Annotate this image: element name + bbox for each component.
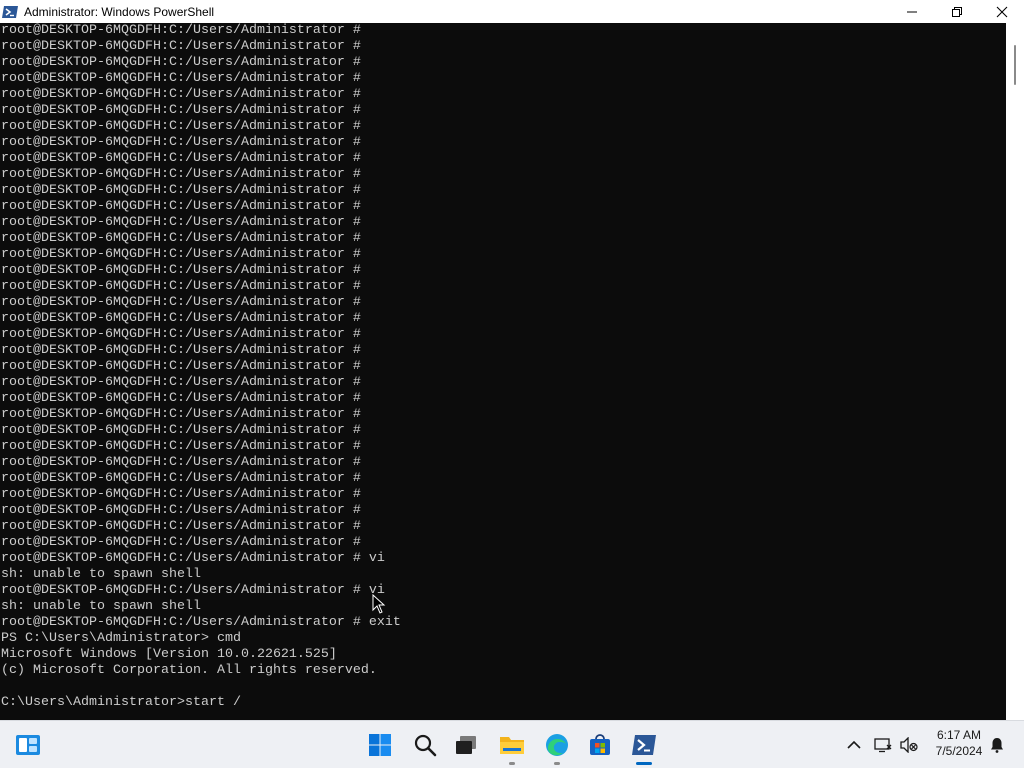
- volume-button[interactable]: [898, 721, 920, 768]
- widgets-button[interactable]: [8, 721, 48, 768]
- taskbar: 6:17 AM 7/5/2024: [0, 720, 1024, 768]
- store-icon: [590, 733, 610, 755]
- terminal-line: root@DESKTOP-6MQGDFH:C:/Users/Administra…: [1, 455, 361, 470]
- network-button[interactable]: [872, 721, 894, 768]
- terminal-line: root@DESKTOP-6MQGDFH:C:/Users/Administra…: [1, 583, 385, 598]
- close-button[interactable]: [979, 0, 1024, 23]
- terminal-line: root@DESKTOP-6MQGDFH:C:/Users/Administra…: [1, 375, 361, 390]
- terminal-line: root@DESKTOP-6MQGDFH:C:/Users/Administra…: [1, 439, 361, 454]
- terminal-line: C:\Users\Administrator>start /: [1, 695, 241, 710]
- volume-muted-icon: [900, 736, 918, 753]
- terminal-line: sh: unable to spawn shell: [1, 599, 201, 614]
- notification-icon: [991, 737, 1003, 753]
- edge-button[interactable]: [537, 721, 577, 768]
- window-title: Administrator: Windows PowerShell: [24, 4, 215, 19]
- terminal-line: root@DESKTOP-6MQGDFH:C:/Users/Administra…: [1, 151, 361, 166]
- close-icon: [996, 6, 1007, 17]
- terminal-line: root@DESKTOP-6MQGDFH:C:/Users/Administra…: [1, 359, 361, 374]
- edge-icon: [546, 733, 568, 756]
- search-button[interactable]: [405, 721, 445, 768]
- network-icon: [874, 737, 892, 752]
- terminal-line: root@DESKTOP-6MQGDFH:C:/Users/Administra…: [1, 119, 361, 134]
- terminal-line: root@DESKTOP-6MQGDFH:C:/Users/Administra…: [1, 343, 361, 358]
- start-button[interactable]: [360, 721, 400, 768]
- terminal-line: root@DESKTOP-6MQGDFH:C:/Users/Administra…: [1, 487, 361, 502]
- store-button[interactable]: [580, 721, 620, 768]
- clock[interactable]: 6:17 AM 7/5/2024: [924, 727, 994, 759]
- terminal-line: root@DESKTOP-6MQGDFH:C:/Users/Administra…: [1, 327, 361, 342]
- clock-date: 7/5/2024: [935, 744, 983, 758]
- windows-start-icon: [369, 733, 391, 756]
- restore-button[interactable]: [934, 0, 979, 23]
- terminal-output[interactable]: root@DESKTOP-6MQGDFH:C:/Users/Administra…: [0, 23, 1006, 720]
- terminal-line: root@DESKTOP-6MQGDFH:C:/Users/Administra…: [1, 615, 401, 630]
- terminal-line: root@DESKTOP-6MQGDFH:C:/Users/Administra…: [1, 199, 361, 214]
- terminal-line: root@DESKTOP-6MQGDFH:C:/Users/Administra…: [1, 231, 361, 246]
- widgets-icon: [16, 734, 40, 755]
- vertical-scrollbar[interactable]: [1006, 23, 1024, 720]
- show-hidden-icons-button[interactable]: [844, 721, 864, 768]
- terminal-line: root@DESKTOP-6MQGDFH:C:/Users/Administra…: [1, 423, 361, 438]
- terminal-line: root@DESKTOP-6MQGDFH:C:/Users/Administra…: [1, 103, 361, 118]
- minimize-icon: [906, 11, 917, 12]
- terminal-line: root@DESKTOP-6MQGDFH:C:/Users/Administra…: [1, 391, 361, 406]
- terminal-line: (c) Microsoft Corporation. All rights re…: [1, 663, 377, 678]
- task-view-icon: [456, 735, 476, 754]
- clock-time: 6:17 AM: [936, 728, 982, 742]
- terminal-line: sh: unable to spawn shell: [1, 567, 201, 582]
- terminal-line: root@DESKTOP-6MQGDFH:C:/Users/Administra…: [1, 23, 361, 38]
- terminal-line: root@DESKTOP-6MQGDFH:C:/Users/Administra…: [1, 71, 361, 86]
- title-bar[interactable]: Administrator: Windows PowerShell: [0, 0, 1024, 23]
- terminal-line: PS C:\Users\Administrator> cmd: [1, 631, 241, 646]
- terminal-line: root@DESKTOP-6MQGDFH:C:/Users/Administra…: [1, 503, 361, 518]
- terminal-line: root@DESKTOP-6MQGDFH:C:/Users/Administra…: [1, 551, 385, 566]
- terminal-line: root@DESKTOP-6MQGDFH:C:/Users/Administra…: [1, 183, 361, 198]
- terminal-line: Microsoft Windows [Version 10.0.22621.52…: [1, 647, 337, 662]
- terminal-line: root@DESKTOP-6MQGDFH:C:/Users/Administra…: [1, 215, 361, 230]
- terminal-line: root@DESKTOP-6MQGDFH:C:/Users/Administra…: [1, 407, 361, 422]
- notification-button[interactable]: [988, 721, 1006, 768]
- terminal-line: root@DESKTOP-6MQGDFH:C:/Users/Administra…: [1, 167, 361, 182]
- powershell-window: Administrator: Windows PowerShell root@D…: [0, 0, 1024, 720]
- powershell-icon: [2, 4, 18, 20]
- folder-icon: [500, 736, 524, 754]
- terminal-line: root@DESKTOP-6MQGDFH:C:/Users/Administra…: [1, 471, 361, 486]
- powershell-icon: [632, 734, 656, 755]
- terminal-line: root@DESKTOP-6MQGDFH:C:/Users/Administra…: [1, 311, 361, 326]
- terminal-line: root@DESKTOP-6MQGDFH:C:/Users/Administra…: [1, 135, 361, 150]
- scrollbar-thumb[interactable]: [1014, 45, 1016, 85]
- file-explorer-button[interactable]: [492, 721, 532, 768]
- search-icon: [414, 734, 437, 756]
- terminal-line: root@DESKTOP-6MQGDFH:C:/Users/Administra…: [1, 263, 361, 278]
- running-indicator: [554, 762, 560, 765]
- terminal-line: root@DESKTOP-6MQGDFH:C:/Users/Administra…: [1, 279, 361, 294]
- chevron-up-icon: [847, 740, 861, 749]
- terminal-line: root@DESKTOP-6MQGDFH:C:/Users/Administra…: [1, 87, 361, 102]
- terminal-line: root@DESKTOP-6MQGDFH:C:/Users/Administra…: [1, 247, 361, 262]
- terminal-line: root@DESKTOP-6MQGDFH:C:/Users/Administra…: [1, 55, 361, 70]
- minimize-button[interactable]: [889, 0, 934, 23]
- active-indicator: [636, 762, 652, 765]
- terminal-line: root@DESKTOP-6MQGDFH:C:/Users/Administra…: [1, 535, 361, 550]
- restore-icon: [951, 6, 962, 17]
- task-view-button[interactable]: [446, 721, 486, 768]
- terminal-line: root@DESKTOP-6MQGDFH:C:/Users/Administra…: [1, 519, 361, 534]
- terminal-line: root@DESKTOP-6MQGDFH:C:/Users/Administra…: [1, 39, 361, 54]
- powershell-button[interactable]: [624, 721, 664, 768]
- mouse-pointer-icon: [372, 594, 386, 614]
- terminal-line: root@DESKTOP-6MQGDFH:C:/Users/Administra…: [1, 295, 361, 310]
- running-indicator: [509, 762, 515, 765]
